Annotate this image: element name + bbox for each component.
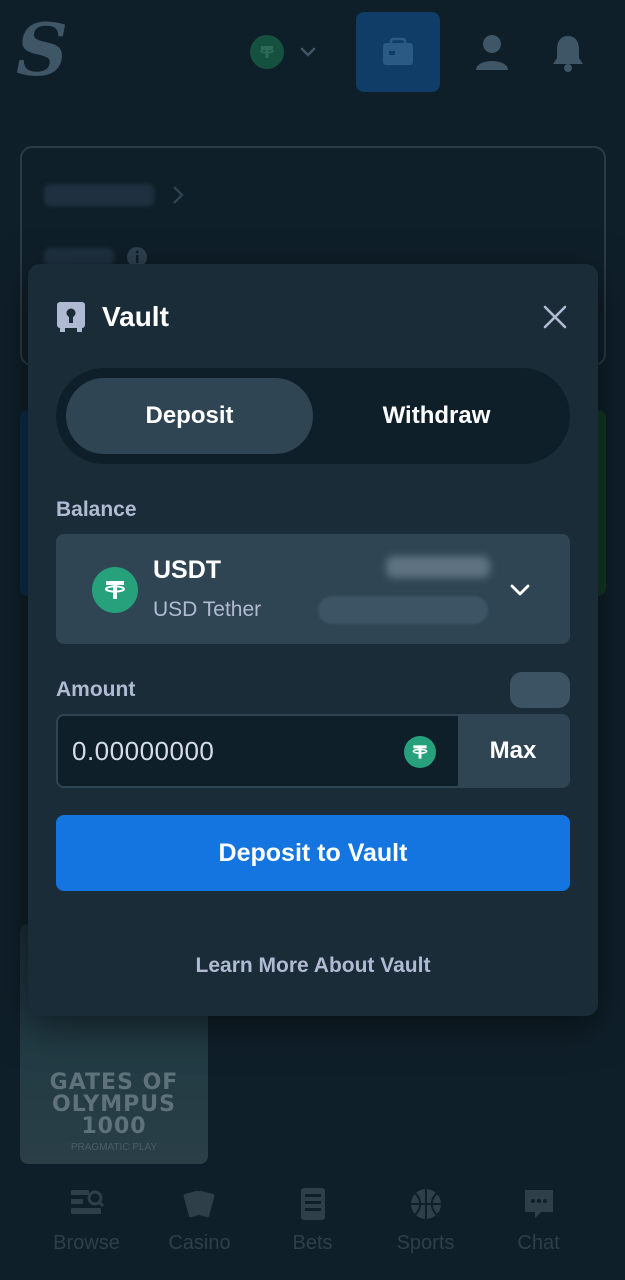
tab-deposit[interactable]: Deposit <box>66 378 313 454</box>
hidden-balance-fiat <box>318 596 488 624</box>
amount-input[interactable]: 0.00000000 <box>58 716 458 786</box>
learn-more-link[interactable]: Learn More About Vault <box>28 954 598 978</box>
nav-item-chat[interactable]: Chat <box>489 1186 589 1280</box>
deposit-to-vault-button[interactable]: Deposit to Vault <box>56 815 570 891</box>
amount-value: 0.00000000 <box>72 735 215 766</box>
basketball-icon <box>410 1189 441 1219</box>
blurred-text <box>44 184 154 206</box>
user-icon[interactable] <box>470 30 514 74</box>
max-button[interactable]: Max <box>458 716 568 786</box>
casino-cards-icon <box>183 1190 214 1218</box>
tether-coin-icon <box>250 35 284 69</box>
bell-icon[interactable] <box>546 30 590 74</box>
currency-name: USD Tether <box>153 598 262 621</box>
brand-logo[interactable]: S <box>16 8 68 92</box>
chevron-right-icon <box>173 186 184 204</box>
game-tile-provider: PRAGMATIC PLAY <box>70 1142 158 1153</box>
chevron-down-icon <box>300 47 316 57</box>
game-title-line: 1000 <box>81 1114 147 1139</box>
nav-item-browse[interactable]: Browse <box>37 1186 137 1280</box>
nav-label: Browse <box>53 1232 120 1254</box>
currency-select[interactable]: USDT USD Tether <box>56 534 570 644</box>
tether-glyph <box>105 581 125 599</box>
amount-field: 0.00000000 Max <box>56 714 570 788</box>
nav-label: Chat <box>517 1232 560 1254</box>
modal-title: Vault <box>102 301 169 332</box>
currency-code: USDT <box>153 556 222 584</box>
tether-coin-icon <box>404 736 436 768</box>
tether-glyph <box>260 46 274 58</box>
fiat-toggle[interactable] <box>510 672 570 708</box>
chat-icon <box>524 1190 553 1218</box>
nav-label: Bets <box>292 1232 333 1254</box>
modal-header: Vault <box>56 300 169 334</box>
vault-modal: Vault Deposit Withdraw Balance USDT USD … <box>28 264 598 1016</box>
tab-withdraw[interactable]: Withdraw <box>313 378 560 454</box>
chevron-down-icon <box>510 584 530 596</box>
bets-slip-icon <box>300 1188 325 1220</box>
tether-glyph <box>412 745 428 759</box>
nav-label: Sports <box>396 1232 455 1254</box>
hidden-balance-amount <box>386 556 490 578</box>
wallet-icon <box>383 37 413 65</box>
nav-item-sports[interactable]: Sports <box>376 1186 476 1280</box>
currency-selector[interactable] <box>250 32 336 72</box>
vault-tabs: Deposit Withdraw <box>56 368 570 464</box>
vault-safe-icon <box>57 302 85 332</box>
nav-item-bets[interactable]: Bets <box>263 1186 363 1280</box>
nav-label: Casino <box>168 1232 231 1254</box>
amount-label: Amount <box>56 678 136 701</box>
tether-coin-icon <box>92 567 138 613</box>
close-icon[interactable] <box>540 302 570 332</box>
game-title-line: OLYMPUS <box>52 1092 176 1117</box>
bottom-nav: Browse Casino Bets Sports Chat <box>0 1170 625 1280</box>
game-title-line: GATES OF <box>49 1070 179 1095</box>
top-bar: S <box>0 0 625 100</box>
balance-label: Balance <box>56 498 137 521</box>
browse-icon <box>70 1190 104 1214</box>
wallet-button[interactable] <box>356 12 440 92</box>
game-tile-title: GATES OF OLYMPUS 1000 <box>20 1072 208 1138</box>
nav-item-casino[interactable]: Casino <box>150 1186 250 1280</box>
